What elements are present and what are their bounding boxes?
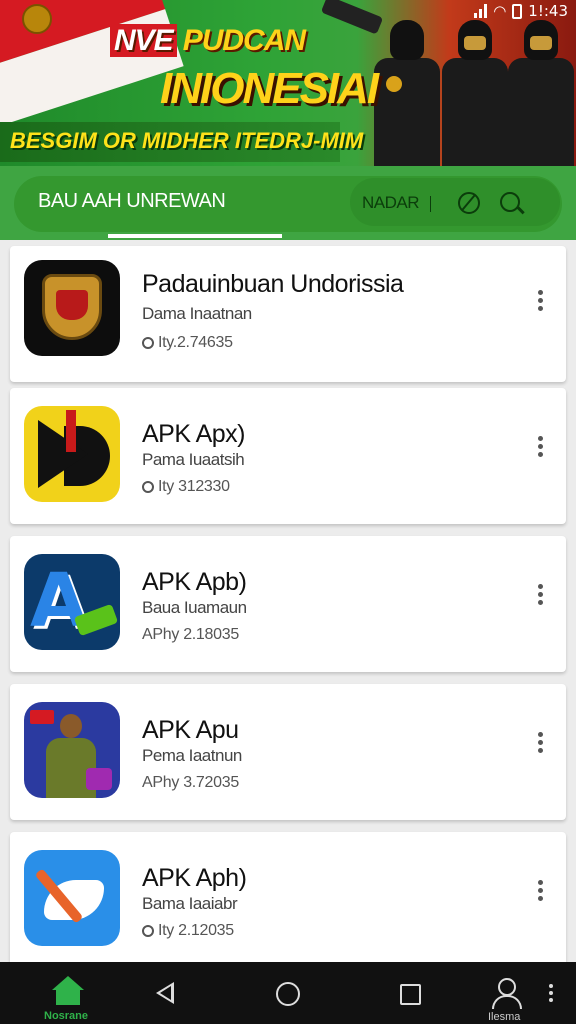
app-meta: Ity.2.74635 [142,334,233,352]
home-icon[interactable] [48,976,88,1010]
search-icon[interactable] [500,192,520,212]
more-options-icon[interactable] [536,290,544,311]
soldier-portrait-icon [24,702,120,798]
banner-headline: INIONESIAI [160,64,379,113]
app-subtitle: Bama Iaaiabr [142,894,238,913]
app-title: Padauinbuan Undorissia [142,270,404,298]
app-title: APK Apx) [142,420,246,448]
status-time: 1!:43 [528,2,568,20]
app-meta: Ity 2.12035 [142,922,234,940]
soldier-figure [440,20,510,166]
app-title: APK Aph) [142,864,247,892]
garuda-emblem-icon [24,260,120,356]
more-options-icon[interactable] [536,436,544,457]
wing-pen-icon [24,850,120,946]
tab-indicator [108,234,282,238]
list-item[interactable]: Padauinbuan Undorissia Dama Inaatnan Ity… [10,246,566,382]
banner-tag: NVE [110,24,177,57]
compass-icon[interactable] [458,192,480,214]
app-subtitle: Dama Inaatnan [142,304,252,323]
back-icon-inner [160,986,171,1000]
app-meta: APhy 3.72035 [142,774,239,791]
app-list: Padauinbuan Undorissia Dama Inaatnan Ity… [0,240,576,962]
clock-icon [142,925,154,937]
status-bar: ◠ 1!:43 [474,2,568,20]
promo-banner[interactable]: NVE PUDCAN INIONESIAI BESGIM OR MIDHER IT… [0,0,576,166]
letter-a-icon: A [24,554,120,650]
app-subtitle: Baua Iuamaun [142,598,247,617]
play-arrow-icon [24,406,120,502]
profile-label[interactable]: Ilesma [488,1011,520,1023]
bottom-navigation: Nosrane Ilesma [0,962,576,1024]
signal-icon [474,4,488,18]
banner-subtitle: BESGIM OR MIDHER ITEDRJ-MIM [10,128,364,153]
more-options-icon[interactable] [536,584,544,605]
home-label[interactable]: Nosrane [44,1010,88,1022]
app-meta: APhy 2.18035 [142,626,239,643]
app-title: APK Apb) [142,568,247,596]
app-title: APK Apu [142,716,239,744]
search-divider [430,196,431,212]
list-item[interactable]: APK Apx) Pama Iuaatsih Ity 312330 [10,388,566,524]
banner-subtitle-strip: BESGIM OR MIDHER ITEDRJ-MIM [0,122,363,162]
search-input[interactable]: NADAR [362,193,420,213]
more-options-icon[interactable] [536,732,544,753]
app-meta: Ity 312330 [142,478,230,496]
soldier-figure [372,20,442,166]
profile-icon-body [492,995,522,1009]
clock-icon [142,337,154,349]
list-item[interactable]: A APK Apb) Baua Iuamaun APhy 2.18035 [10,536,566,672]
clock-icon [142,481,154,493]
banner-title: NVE PUDCAN [110,24,306,58]
battery-icon [512,3,523,19]
recents-icon[interactable] [400,984,421,1005]
emblem-icon [22,4,52,34]
tab-current[interactable]: BAU AAH UNREWAN [38,190,226,213]
list-item[interactable]: APK Apu Pema Iaatnun APhy 3.72035 [10,684,566,820]
list-item[interactable]: APK Aph) Bama Iaaiabr Ity 2.12035 [10,832,566,962]
tab-search-bar: BAU AAH UNREWAN NADAR [0,166,576,240]
app-subtitle: Pema Iaatnun [142,746,242,765]
profile-icon[interactable] [498,978,516,996]
app-subtitle: Pama Iuaatsih [142,450,245,469]
soldier-figure [506,20,576,166]
more-options-icon[interactable] [536,880,544,901]
overflow-menu-icon[interactable] [549,984,553,1002]
home-circle-icon[interactable] [276,982,300,1006]
app-screen: NVE PUDCAN INIONESIAI BESGIM OR MIDHER IT… [0,0,576,1024]
wifi-icon: ◠ [493,2,507,20]
